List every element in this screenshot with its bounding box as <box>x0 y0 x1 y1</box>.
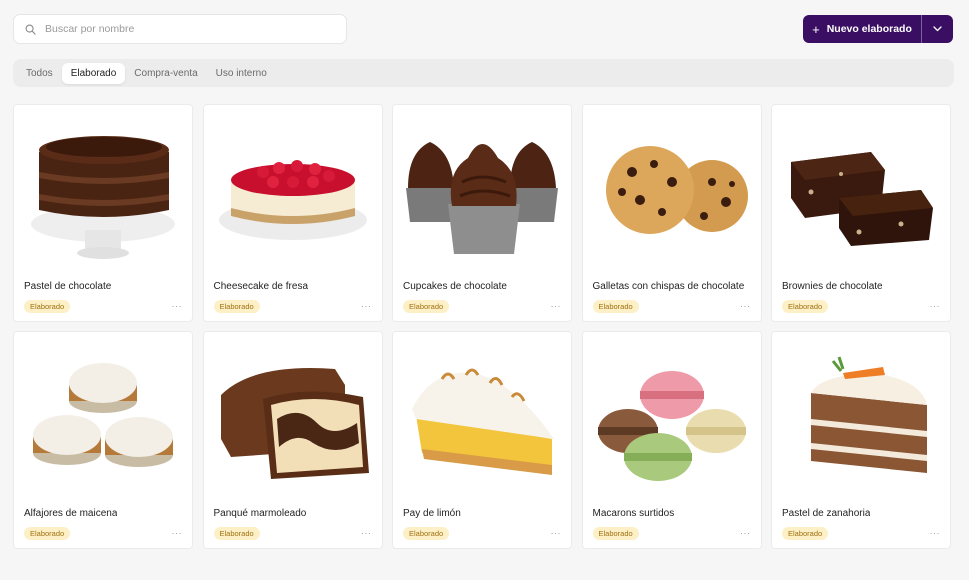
type-badge: Elaborado <box>782 527 829 540</box>
more-options-icon[interactable]: ··· <box>172 528 183 538</box>
product-card[interactable]: Macarons surtidos Elaborado ··· <box>581 331 762 549</box>
product-card[interactable]: Brownies de chocolate Elaborado ··· <box>771 104 951 322</box>
more-options-icon[interactable]: ··· <box>930 528 941 538</box>
tab-todos[interactable]: Todos <box>17 63 62 84</box>
carrot-cake-image <box>811 356 927 473</box>
more-options-icon[interactable]: ··· <box>551 528 562 538</box>
product-name: Alfajores de maicena <box>24 508 118 519</box>
product-card[interactable]: Alfajores de maicena Elaborado ··· <box>13 331 193 549</box>
more-options-icon[interactable]: ··· <box>551 301 562 311</box>
more-options-icon[interactable]: ··· <box>930 301 941 311</box>
plus-icon: + <box>812 21 820 37</box>
alfajores-image <box>33 363 173 467</box>
cheesecake-image <box>218 160 367 240</box>
type-badge: Elaborado <box>592 300 639 313</box>
chevron-down-icon <box>933 26 942 32</box>
product-name: Pastel de chocolate <box>24 281 112 292</box>
type-badge: Elaborado <box>213 300 260 313</box>
product-card[interactable]: Cupcakes de chocolate Elaborado ··· <box>392 104 572 322</box>
more-options-icon[interactable]: ··· <box>361 528 372 538</box>
new-elaborado-label: Nuevo elaborado <box>826 23 912 35</box>
cupcakes-image <box>406 142 558 254</box>
new-elaborado-button[interactable]: + Nuevo elaborado <box>803 15 921 43</box>
type-badge: Elaborado <box>213 527 260 540</box>
tab-compra-venta[interactable]: Compra-venta <box>125 63 206 84</box>
type-badge: Elaborado <box>24 527 71 540</box>
chocolate-cake-image <box>31 136 175 259</box>
cookies-image <box>605 146 748 234</box>
search-input[interactable] <box>45 23 325 35</box>
product-name: Pastel de zanahoria <box>782 508 871 519</box>
more-options-icon[interactable]: ··· <box>172 301 183 311</box>
type-badge: Elaborado <box>24 300 71 313</box>
product-name: Panqué marmoleado <box>213 508 307 519</box>
lemon-pie-image <box>412 368 554 475</box>
type-badge: Elaborado <box>403 527 450 540</box>
product-card[interactable]: Pay de limón Elaborado ··· <box>392 331 572 549</box>
search-input-box[interactable] <box>13 14 347 44</box>
product-name: Cheesecake de fresa <box>213 281 309 292</box>
type-badge: Elaborado <box>782 300 829 313</box>
product-grid: Pastel de chocolate Elaborado ··· Cheese… <box>13 104 951 549</box>
more-options-icon[interactable]: ··· <box>361 301 372 311</box>
product-name: Cupcakes de chocolate <box>403 281 507 292</box>
product-name: Brownies de chocolate <box>782 281 883 292</box>
product-name: Galletas con chispas de chocolate <box>592 281 745 292</box>
more-options-icon[interactable]: ··· <box>740 301 751 311</box>
product-card[interactable]: Cheesecake de fresa Elaborado ··· <box>202 104 383 322</box>
tab-elaborado[interactable]: Elaborado <box>61 62 126 84</box>
search-icon <box>25 24 36 35</box>
product-card[interactable]: Galletas con chispas de chocolate Elabor… <box>581 104 762 322</box>
more-options-icon[interactable]: ··· <box>740 528 751 538</box>
type-badge: Elaborado <box>403 300 450 313</box>
product-name: Macarons surtidos <box>592 508 675 519</box>
new-options-dropdown-button[interactable] <box>921 15 953 43</box>
product-name: Pay de limón <box>403 508 461 519</box>
category-tabs: Todos Elaborado Compra-venta Uso interno <box>13 59 954 87</box>
product-card[interactable]: Pastel de zanahoria Elaborado ··· <box>771 331 951 549</box>
product-card[interactable]: Panqué marmoleado Elaborado ··· <box>202 331 383 549</box>
brownies-image <box>791 152 933 246</box>
marble-loaf-image <box>220 368 369 479</box>
type-badge: Elaborado <box>592 527 639 540</box>
product-card[interactable]: Pastel de chocolate Elaborado ··· <box>13 104 193 322</box>
tab-uso-interno[interactable]: Uso interno <box>207 63 276 84</box>
macarons-image <box>597 371 746 481</box>
new-elaborado-button-group: + Nuevo elaborado <box>803 15 953 43</box>
